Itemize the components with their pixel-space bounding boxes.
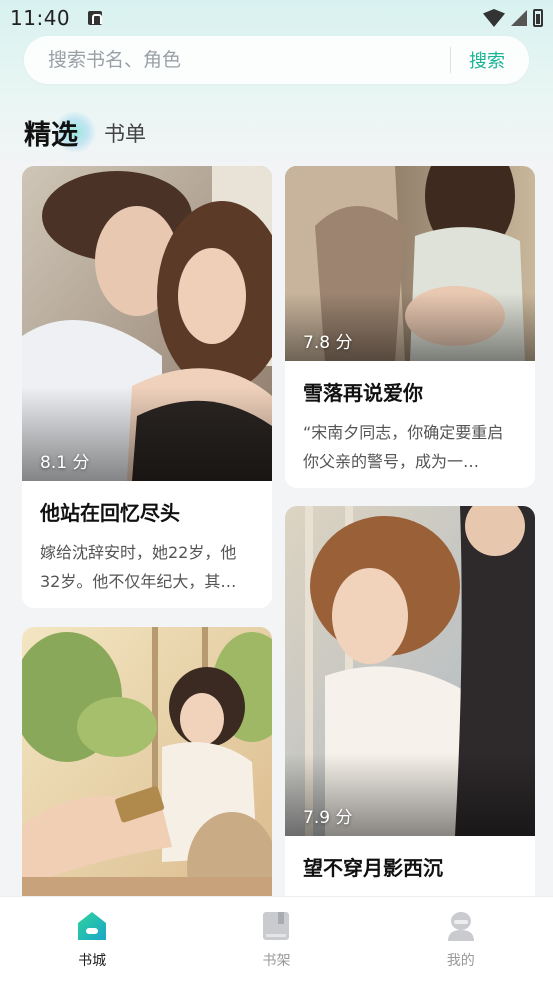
profile-icon [447,912,474,941]
book-description: “宋南夕同志，你确定要重启你父亲的警号，成为一… [303,423,504,471]
book-card[interactable] [22,627,272,927]
book-cover: 8.1 分 [22,166,272,481]
bookstore-icon [78,912,107,940]
nav-bookshelf-label: 书架 [262,953,291,969]
search-divider [450,47,451,73]
nav-profile[interactable]: 我的 [401,910,521,970]
tab-featured[interactable]: 精选 [24,111,96,156]
tab-featured-label: 精选 [24,120,78,151]
book-card[interactable]: 7.8 分 雪落再说爱你 “宋南夕同志，你确定要重启你父亲的警号，成为一… [285,166,535,488]
search-bar: 搜索 [24,36,529,84]
cover-illustration [285,506,535,836]
book-score: 7.8 分 [303,333,353,353]
nav-bookshelf[interactable]: 书架 [216,910,336,970]
book-cover [22,627,272,927]
book-score: 8.1 分 [40,453,90,473]
cover-illustration [22,627,272,927]
nav-bookstore[interactable]: 书城 [32,910,152,970]
bookshelf-icon [263,912,290,940]
book-title: 望不穿月影西沉 [303,856,443,880]
status-time: 11:40 [10,6,71,30]
book-card[interactable]: 8.1 分 他站在回忆尽头 嫁给沈辞安时，她22岁，他32岁。他不仅年纪大，其… [22,166,272,608]
notification-app-icon [88,11,103,25]
book-description: 嫁给沈辞安时，她22岁，他32岁。他不仅年纪大，其… [40,543,237,591]
book-card[interactable]: 7.9 分 望不穿月影西沉 [285,506,535,927]
tab-booklist[interactable]: 书单 [104,118,146,156]
bottom-navigation: 书城 书架 我的 [0,896,553,983]
status-bar: 11:40 [0,0,553,36]
book-title: 雪落再说爱你 [303,381,423,405]
wifi-icon [483,9,505,27]
search-button[interactable]: 搜索 [469,47,505,73]
book-cover: 7.9 分 [285,506,535,836]
category-tabs: 精选 书单 [24,106,146,156]
cover-illustration [22,166,272,481]
book-title: 他站在回忆尽头 [40,501,180,525]
nav-profile-label: 我的 [446,953,475,969]
book-score: 7.9 分 [303,808,353,828]
book-cover: 7.8 分 [285,166,535,361]
nav-bookstore-label: 书城 [78,953,107,969]
search-input[interactable] [48,49,450,71]
status-indicators [483,9,543,27]
battery-icon [533,9,543,27]
cell-signal-icon [511,10,527,26]
